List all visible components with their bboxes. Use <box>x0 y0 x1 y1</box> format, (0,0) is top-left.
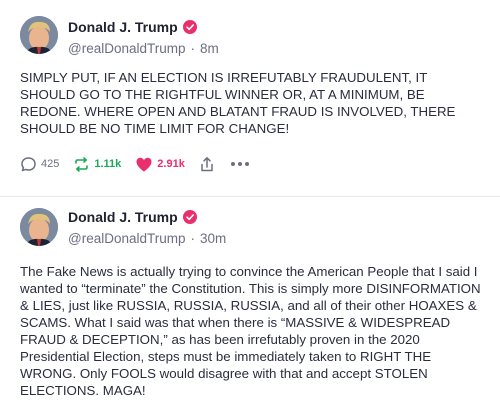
share-icon <box>199 156 215 173</box>
verified-badge-icon <box>182 20 197 34</box>
avatar[interactable] <box>20 16 58 54</box>
post-text: The Fake News is actually trying to conv… <box>20 264 481 398</box>
user-handle[interactable]: @realDonaldTrump <box>68 231 186 246</box>
reply-button[interactable]: 425 <box>20 156 59 173</box>
speech-bubble-icon <box>20 156 37 173</box>
like-button[interactable]: 2.91k <box>135 156 185 173</box>
avatar-image <box>20 16 58 54</box>
more-dots-icon[interactable] <box>230 162 249 166</box>
display-name[interactable]: Donald J. Trump <box>68 209 178 225</box>
post-actions: 425 1.11k 2.91k <box>20 155 249 173</box>
post-timestamp[interactable]: 30m <box>200 231 226 246</box>
post-timestamp[interactable]: 8m <box>200 41 219 56</box>
share-button[interactable] <box>199 156 215 173</box>
separator: · <box>190 41 196 56</box>
reply-count: 425 <box>41 158 60 170</box>
retruth-arrows-icon <box>73 156 90 173</box>
heart-icon <box>135 156 153 173</box>
post-author: Donald J. Trump @realDonaldTrump · 30m <box>68 209 226 246</box>
dot <box>230 162 235 166</box>
post: Donald J. Trump @realDonaldTrump · 30m T… <box>0 197 500 410</box>
post-author: Donald J. Trump @realDonaldTrump · 8m <box>68 19 219 56</box>
avatar[interactable] <box>20 208 58 246</box>
like-count: 2.91k <box>157 158 185 170</box>
avatar-image <box>20 208 58 246</box>
display-name[interactable]: Donald J. Trump <box>68 19 178 35</box>
dot <box>244 162 249 166</box>
retruth-count: 1.11k <box>94 158 122 170</box>
separator: · <box>190 231 196 246</box>
user-handle[interactable]: @realDonaldTrump <box>68 41 186 56</box>
verified-badge-icon <box>182 210 197 224</box>
post: Donald J. Trump @realDonaldTrump · 8m SI… <box>0 0 500 196</box>
dot <box>237 162 242 166</box>
retruth-button[interactable]: 1.11k <box>73 156 121 173</box>
post-text: SIMPLY PUT, IF AN ELECTION IS IRREFUTABL… <box>20 70 456 136</box>
